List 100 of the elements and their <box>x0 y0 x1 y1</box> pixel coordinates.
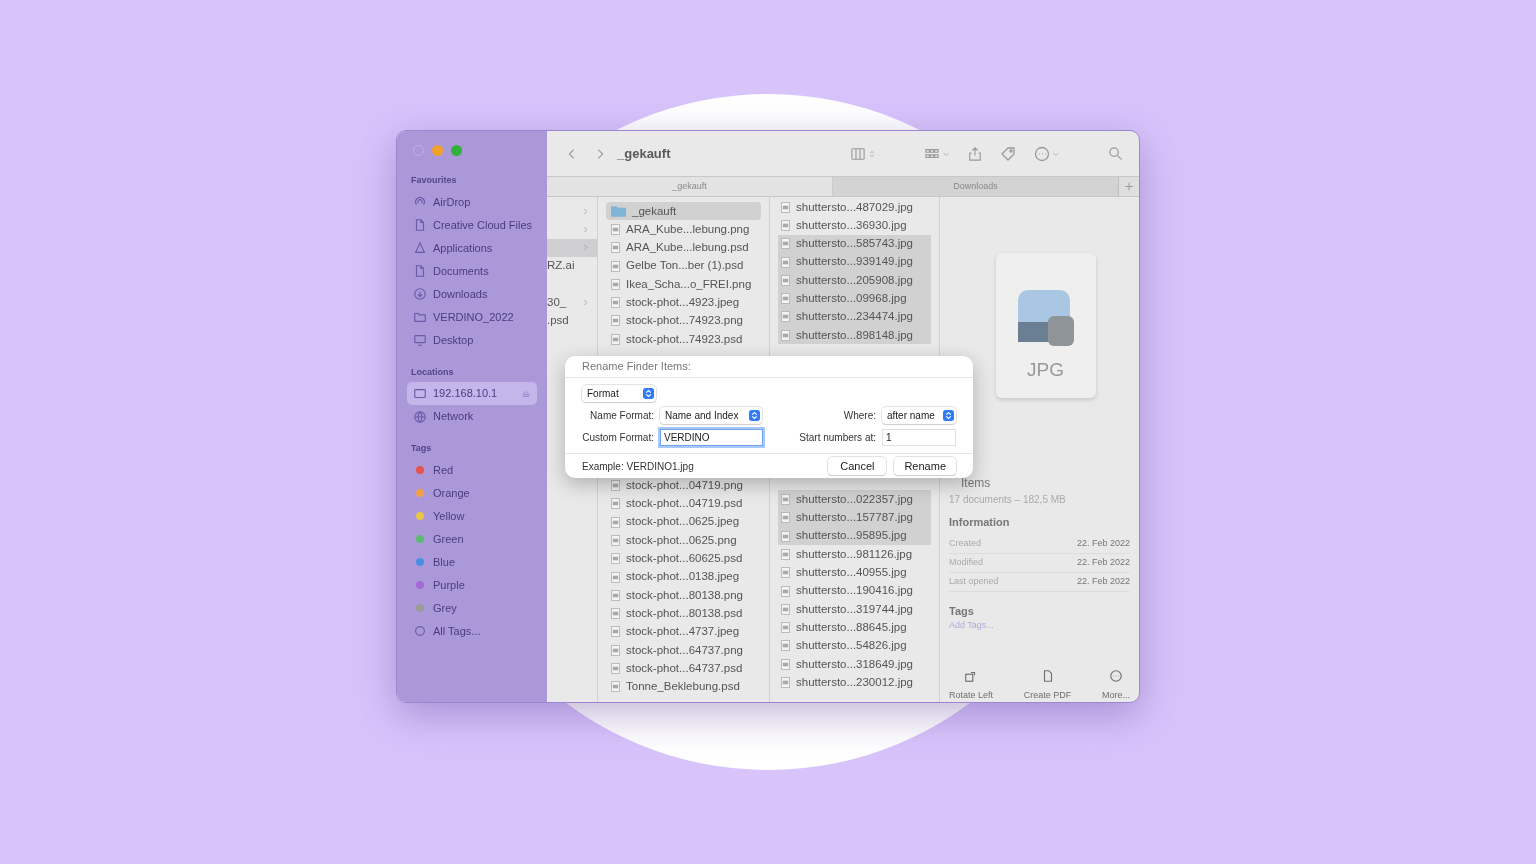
file-icon <box>781 494 790 505</box>
column-row[interactable]: .psd <box>547 311 597 331</box>
file-icon <box>611 626 620 638</box>
sidebar-item[interactable]: Purple <box>407 573 537 597</box>
file-icon <box>781 640 790 652</box>
sidebar-item[interactable]: AirDrop <box>407 190 537 214</box>
sidebar-item[interactable]: Network <box>407 405 537 428</box>
file-row[interactable]: stock-phot...60625.psd <box>606 549 761 568</box>
group-button[interactable] <box>924 146 950 161</box>
file-row[interactable]: stock-phot...04719.psd <box>606 494 761 513</box>
zoom-button[interactable] <box>451 145 462 156</box>
file-row[interactable]: shuttersto...95895.jpg <box>778 526 931 546</box>
file-icon <box>611 480 620 491</box>
sidebar-item[interactable]: Orange <box>407 481 537 505</box>
file-icon <box>611 516 620 528</box>
file-icon <box>781 622 790 634</box>
file-row[interactable]: shuttersto...230012.jpg <box>778 673 931 692</box>
file-row[interactable]: Ikea_Scha...o_FREI.png <box>606 275 761 294</box>
sidebar-item[interactable]: 192.168.10.1 <box>407 382 537 405</box>
file-row[interactable]: shuttersto...319744.jpg <box>778 600 931 619</box>
file-icon <box>611 260 620 272</box>
sidebar-item[interactable]: Applications <box>407 236 537 260</box>
file-row[interactable]: stock-phot...04719.png <box>606 476 761 495</box>
file-row[interactable]: shuttersto...022357.jpg <box>778 490 931 509</box>
file-icon <box>781 201 790 213</box>
sidebar-item[interactable]: VERDINO_2022 <box>407 305 537 329</box>
where-popup[interactable]: after name <box>882 407 956 424</box>
file-icon <box>781 311 790 323</box>
file-row[interactable]: stock-phot...64737.psd <box>606 659 761 678</box>
file-row[interactable]: ARA_Kube...lebung.png <box>606 220 761 239</box>
format-popup[interactable]: Format <box>582 385 656 402</box>
file-row[interactable]: stock-phot...0625.jpeg <box>606 512 761 532</box>
dialog-button[interactable]: Cancel <box>828 457 887 475</box>
stepper-icon <box>749 410 760 421</box>
file-row[interactable]: stock-phot...80138.png <box>606 586 761 605</box>
sidebar-item[interactable]: All Tags... <box>407 619 537 643</box>
file-row[interactable]: _gekauft <box>606 202 761 221</box>
field-label: Start numbers at: <box>799 431 876 445</box>
file-row[interactable]: Tonne_Beklebung.psd <box>606 677 761 696</box>
tags-field[interactable]: Add Tags... <box>949 619 1069 633</box>
file-row[interactable]: stock-phot...74923.psd <box>606 330 761 349</box>
file-row[interactable]: shuttersto...40955.jpg <box>778 563 931 582</box>
file-row[interactable]: shuttersto...09968.jpg <box>778 289 931 308</box>
file-icon <box>781 274 790 286</box>
column-row[interactable]: 30_ <box>547 293 597 312</box>
file-row[interactable]: stock-phot...80138.psd <box>606 604 761 623</box>
sidebar-item[interactable]: Downloads <box>407 282 537 306</box>
file-row[interactable]: shuttersto...234474.jpg <box>778 307 931 327</box>
file-row[interactable]: shuttersto...88645.jpg <box>778 618 931 637</box>
search-icon <box>1108 146 1123 161</box>
sidebar-item[interactable]: Red <box>407 458 537 482</box>
sidebar-item[interactable]: Blue <box>407 550 537 574</box>
file-row[interactable]: shuttersto...487029.jpg <box>778 198 931 217</box>
name-format-popup[interactable]: Name and Index <box>660 407 762 424</box>
info-label: Last opened <box>949 574 999 588</box>
eject-icon <box>521 388 531 399</box>
file-row[interactable]: shuttersto...585743.jpg <box>778 234 931 253</box>
file-row[interactable]: shuttersto...190416.jpg <box>778 581 931 601</box>
custom-format-field[interactable]: VERDINO <box>660 429 763 446</box>
sidebar-item[interactable]: Creative Cloud Files <box>407 213 537 237</box>
file-row[interactable]: stock-phot...4923.jpeg <box>606 293 761 312</box>
file-row[interactable]: Gelbe Ton...ber (1).psd <box>606 256 761 276</box>
file-row[interactable]: stock-phot...0625.png <box>606 531 761 550</box>
preview-action[interactable]: Create PDF <box>1023 668 1072 702</box>
file-row[interactable]: shuttersto...157787.jpg <box>778 508 931 527</box>
file-icon <box>781 658 790 670</box>
file-row[interactable]: shuttersto...318649.jpg <box>778 655 931 674</box>
file-row[interactable]: shuttersto...939149.jpg <box>778 252 931 272</box>
file-icon <box>781 256 790 268</box>
column-row[interactable]: RZ.ai <box>547 256 597 276</box>
file-row[interactable]: stock-phot...4737.jpeg <box>606 622 761 642</box>
column-view-button[interactable] <box>850 146 876 161</box>
start-number-field[interactable]: 1 <box>882 429 956 446</box>
more-button[interactable] <box>1034 145 1060 162</box>
file-row[interactable]: ARA_Kube...lebung.psd <box>606 238 761 257</box>
minimize-button[interactable] <box>432 145 443 156</box>
file-icon <box>781 219 790 231</box>
sidebar-item[interactable]: Green <box>407 527 537 551</box>
sidebar-item[interactable]: Desktop <box>407 328 537 352</box>
file-icon <box>781 603 790 615</box>
preview-action[interactable]: Rotate Left <box>949 668 994 702</box>
sidebar-item[interactable]: Yellow <box>407 504 537 528</box>
ellipsis-icon <box>1109 668 1123 683</box>
column-row[interactable] <box>547 238 597 257</box>
file-row[interactable]: shuttersto...205908.jpg <box>778 271 931 290</box>
sidebar-item[interactable]: Documents <box>407 259 537 283</box>
sidebar-item[interactable]: Grey <box>407 596 537 620</box>
preview-action[interactable]: More... <box>1102 668 1130 702</box>
file-row[interactable]: stock-phot...74923.png <box>606 311 761 331</box>
file-row[interactable]: shuttersto...898148.jpg <box>778 326 931 345</box>
dialog-button[interactable]: Rename <box>894 457 956 475</box>
file-row[interactable]: stock-phot...0138.jpeg <box>606 567 761 587</box>
file-row[interactable]: shuttersto...54826.jpg <box>778 636 931 656</box>
file-type-label: JPG <box>1027 357 1064 382</box>
file-row[interactable]: shuttersto...981126.jpg <box>778 545 931 564</box>
file-icon <box>611 297 620 309</box>
file-row[interactable]: shuttersto...36930.jpg <box>778 216 931 235</box>
sidebar-heading: Tags <box>410 442 433 455</box>
file-row[interactable]: stock-phot...64737.png <box>606 641 761 660</box>
field-label: Custom Format: <box>582 431 654 445</box>
